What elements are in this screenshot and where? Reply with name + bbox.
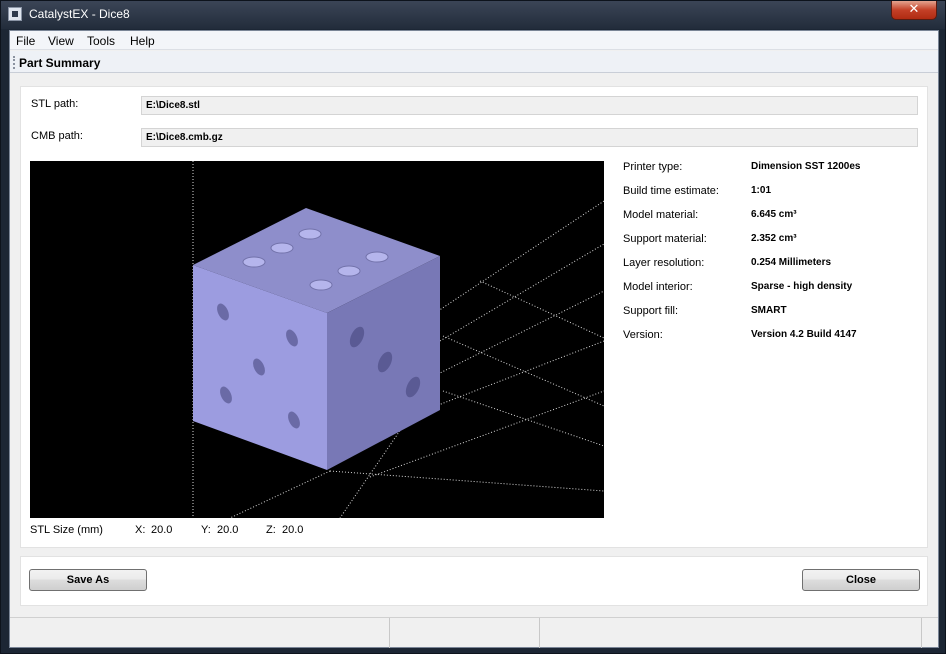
client-area: File View Tools Help Part Summary STL pa… <box>9 30 939 648</box>
size-y-value: 20.0 <box>217 524 239 536</box>
size-z-value: 20.0 <box>282 524 304 536</box>
version-value: Version 4.2 Build 4147 <box>751 329 857 340</box>
printer-type-value: Dimension SST 1200es <box>751 161 861 172</box>
die-model-render <box>192 161 604 518</box>
close-button[interactable]: Close <box>802 569 920 591</box>
title-bar[interactable]: CatalystEX - Dice8 ✕ <box>1 1 945 29</box>
size-y-label: Y: <box>201 524 211 536</box>
menu-help[interactable]: Help <box>130 34 155 48</box>
status-cell <box>389 618 539 648</box>
grip-handle-icon[interactable] <box>13 56 15 69</box>
menu-view[interactable]: View <box>48 34 74 48</box>
support-material-value: 2.352 cm³ <box>751 233 797 244</box>
size-x-label: X: <box>135 524 146 536</box>
save-as-button[interactable]: Save As <box>29 569 147 591</box>
layer-resolution-label: Layer resolution: <box>623 257 705 269</box>
menu-file[interactable]: File <box>16 34 35 48</box>
version-label: Version: <box>623 329 663 341</box>
status-bar <box>10 617 938 648</box>
summary-panel: STL path: E:\Dice8.stl CMB path: E:\Dice… <box>20 86 928 548</box>
model-material-value: 6.645 cm³ <box>751 209 797 220</box>
cmb-path-field[interactable]: E:\Dice8.cmb.gz <box>141 128 918 147</box>
build-time-value: 1:01 <box>751 185 772 196</box>
menu-tools[interactable]: Tools <box>87 34 115 48</box>
model-interior-label: Model interior: <box>623 281 693 293</box>
size-z-label: Z: <box>266 524 276 536</box>
stl-size-label: STL Size (mm) <box>30 524 103 536</box>
support-material-label: Support material: <box>623 233 707 245</box>
stl-path-label: STL path: <box>31 98 79 110</box>
build-time-label: Build time estimate: <box>623 185 719 197</box>
menu-bar: File View Tools Help <box>10 31 938 50</box>
button-panel: Save As Close <box>20 556 928 606</box>
toolstrip: Part Summary <box>10 51 938 73</box>
printer-type-label: Printer type: <box>623 161 683 173</box>
part-summary-label: Part Summary <box>19 56 101 70</box>
model-viewport[interactable] <box>30 161 604 518</box>
status-cell <box>539 618 921 648</box>
layer-resolution-value: 0.254 Millimeters <box>751 257 832 268</box>
window-title: CatalystEX - Dice8 <box>29 7 130 21</box>
model-interior-value: Sparse - high density <box>751 281 853 292</box>
cmb-path-label: CMB path: <box>31 130 83 142</box>
stl-path-field[interactable]: E:\Dice8.stl <box>141 96 918 115</box>
support-fill-value: SMART <box>751 305 787 316</box>
model-material-label: Model material: <box>623 209 699 221</box>
close-icon[interactable]: ✕ <box>891 1 937 20</box>
app-icon <box>8 7 22 21</box>
resize-grip-icon[interactable] <box>921 618 938 648</box>
size-x-value: 20.0 <box>151 524 173 536</box>
app-window: CatalystEX - Dice8 ✕ File View Tools Hel… <box>0 0 946 654</box>
support-fill-label: Support fill: <box>623 305 679 317</box>
